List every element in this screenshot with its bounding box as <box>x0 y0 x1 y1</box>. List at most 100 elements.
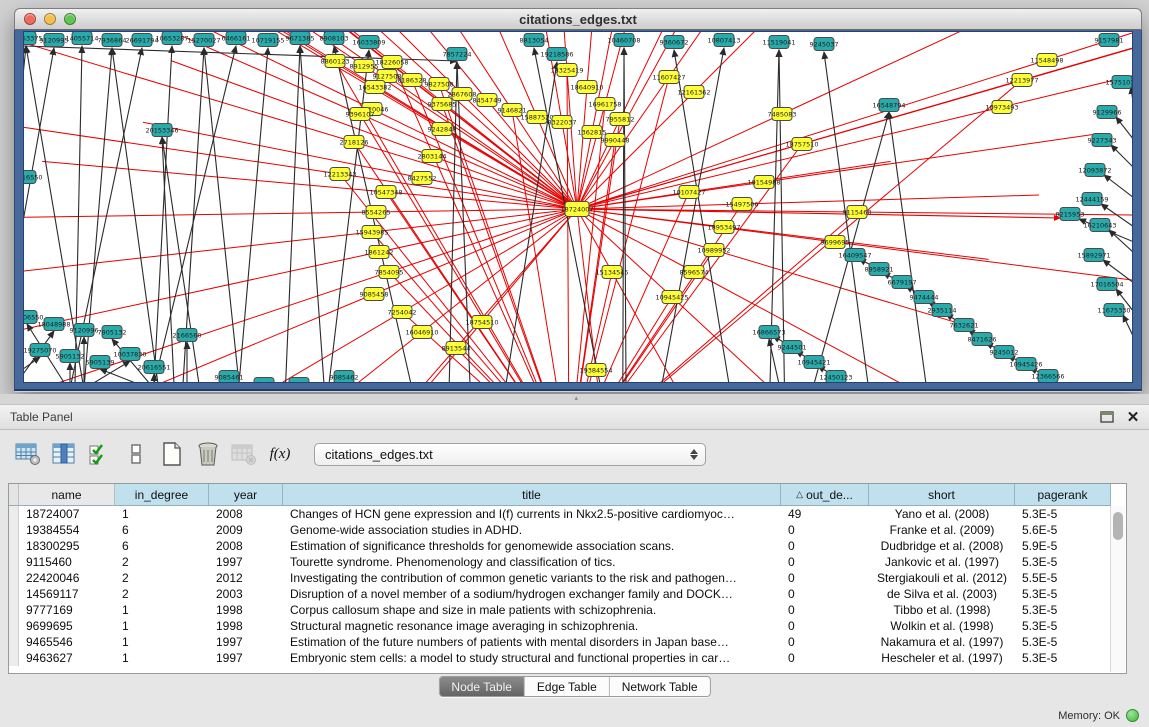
column-header-pagerank[interactable]: pagerank <box>1015 484 1111 506</box>
graph-node-label: 8813054 <box>520 36 549 44</box>
row-gutter <box>9 650 19 666</box>
cell-out_degree: 0 <box>781 618 869 634</box>
graph-node-label: 11607427 <box>652 73 685 81</box>
cell-name: 9115460 <box>19 554 115 570</box>
graph-node-label: 8454749 <box>473 96 502 104</box>
graph-node-label: 9245037 <box>810 40 839 48</box>
graph-node-label: 9120995 <box>40 36 69 44</box>
edge <box>1131 87 1133 110</box>
column-header-in_degree[interactable]: in_degree <box>115 484 209 506</box>
graph-node-label: 16548794 <box>872 101 905 109</box>
tab-edge-table[interactable]: Edge Table <box>524 677 609 696</box>
network-canvas[interactable]: 8860123891295518226058912750881863281654… <box>23 31 1133 383</box>
cell-in_degree: 1 <box>115 650 209 666</box>
cell-in_degree: 1 <box>115 634 209 650</box>
panel-splitter[interactable]: ▴ <box>0 394 1149 404</box>
row-gutter <box>9 570 19 586</box>
tab-node-table[interactable]: Node Table <box>439 677 524 696</box>
window-titlebar[interactable]: citations_edges.txt <box>14 8 1142 30</box>
cell-short: Jankovic et al. (1997) <box>869 554 1015 570</box>
cell-short: Hescheler et al. (1997) <box>869 650 1015 666</box>
graph-node-label: 2803144 <box>418 152 447 160</box>
graph-node-label: 9360672 <box>660 38 689 46</box>
edge <box>714 250 961 324</box>
scrollbar-thumb[interactable] <box>1113 512 1123 540</box>
graph-node-label: 18754510 <box>465 318 498 326</box>
edge <box>24 212 376 217</box>
graph-node-label: 6679197 <box>888 278 917 286</box>
cell-short: de Silva et al. (2003) <box>869 586 1015 602</box>
table-row[interactable]: 946362711997Embryonic stem cells: a mode… <box>9 650 1126 666</box>
graph-node-label: 8554265 <box>362 208 391 216</box>
cell-title: Structural magnetic resonance image aver… <box>283 618 781 634</box>
column-header-year[interactable]: year <box>209 484 283 506</box>
cell-pagerank: 5.3E-5 <box>1015 586 1111 602</box>
graph-node-label: 20616551 <box>137 363 170 371</box>
table-row[interactable]: 911546021997Tourette syndrome. Phenomeno… <box>9 554 1126 570</box>
citation-network-graph[interactable]: 8860123891295518226058912750881863281654… <box>24 32 1133 383</box>
cell-name: 14569117 <box>19 586 115 602</box>
table-row[interactable]: 2242004622012Investigating the contribut… <box>9 570 1126 586</box>
graph-node-label: 10547348 <box>369 188 402 196</box>
edge <box>1109 230 1133 253</box>
graph-node-label: 18724007 <box>560 205 593 213</box>
delete-column-icon[interactable] <box>192 439 224 469</box>
row-gutter <box>9 586 19 602</box>
table-panel-titlebar: Table Panel ✕ <box>0 404 1149 430</box>
new-column-icon[interactable] <box>156 439 188 469</box>
graph-node-label: 12450123 <box>819 373 852 381</box>
graph-node-label: 10973493 <box>985 103 1018 111</box>
graph-node-label: 19154988 <box>747 178 780 186</box>
cell-name: 9465546 <box>19 634 115 650</box>
sort-asc-icon: △ <box>796 489 803 500</box>
column-header-out_de[interactable]: △out_de... <box>781 484 869 506</box>
graph-node-label: 20153346 <box>145 126 178 134</box>
table-row[interactable]: 969969511998Structural magnetic resonanc… <box>9 618 1126 634</box>
cell-year: 1998 <box>209 602 283 618</box>
graph-node-label: 16033809 <box>352 38 385 46</box>
graph-node-label: 15892971 <box>1077 251 1110 259</box>
show-columns-icon[interactable] <box>48 439 80 469</box>
column-label: out_de... <box>806 488 853 502</box>
cell-title: Estimation of the future numbers of pati… <box>283 634 781 650</box>
table-row[interactable]: 1830029562008Estimation of significance … <box>9 538 1126 554</box>
column-header-title[interactable]: title <box>283 484 781 506</box>
graph-node-label: 15497506 <box>725 200 758 208</box>
close-panel-icon[interactable]: ✕ <box>1123 408 1143 426</box>
edge <box>569 80 1022 383</box>
table-row[interactable]: 946554611997Estimation of the future num… <box>9 634 1126 650</box>
graph-node-label: 2718126 <box>340 138 369 146</box>
table-panel: ▴ Table Panel ✕ f(x) citations_edges.txt… <box>0 394 1149 727</box>
cell-name: 18724007 <box>19 506 115 522</box>
graph-node-label: 8913544 <box>442 344 471 352</box>
table-mode-icon[interactable] <box>12 439 44 469</box>
graph-node-label: 5905132 <box>56 352 85 360</box>
table-selector-dropdown[interactable]: citations_edges.txt <box>314 443 706 466</box>
cell-short: Yano et al. (2008) <box>869 506 1015 522</box>
delete-table-icon[interactable] <box>228 439 260 469</box>
splitter-grip-icon[interactable]: ▴ <box>575 396 584 402</box>
cell-name: 22420046 <box>19 570 115 586</box>
column-label: name <box>51 488 81 502</box>
table-row[interactable]: 1456911722003Disruption of a novel membe… <box>9 586 1126 602</box>
graph-node-label: 9671385 <box>286 34 315 42</box>
row-boxes-icon[interactable] <box>120 439 152 469</box>
column-header-short[interactable]: short <box>869 484 1015 506</box>
cell-pagerank: 5.9E-5 <box>1015 538 1111 554</box>
table-scrollbar[interactable] <box>1110 506 1125 672</box>
table-toolbar: f(x) citations_edges.txt <box>0 434 1149 474</box>
float-panel-icon[interactable] <box>1097 408 1117 426</box>
graph-node-label: 10719155 <box>251 36 284 44</box>
table-row[interactable]: 977716911998Corpus callosum shape and si… <box>9 602 1126 618</box>
function-builder-icon[interactable]: f(x) <box>264 439 296 469</box>
column-label: in_degree <box>135 488 188 502</box>
graph-node-label: 9227343 <box>1088 136 1117 144</box>
table-row[interactable]: 1872400712008Changes of HCN gene express… <box>9 506 1126 522</box>
edge <box>402 209 577 312</box>
select-columns-icon[interactable] <box>84 439 116 469</box>
cell-year: 2009 <box>209 522 283 538</box>
table-row[interactable]: 1938455462009Genome-wide association stu… <box>9 522 1126 538</box>
graph-node-label: 18048988 <box>37 320 70 328</box>
tab-network-table[interactable]: Network Table <box>609 677 710 696</box>
column-header-name[interactable]: name <box>19 484 115 506</box>
